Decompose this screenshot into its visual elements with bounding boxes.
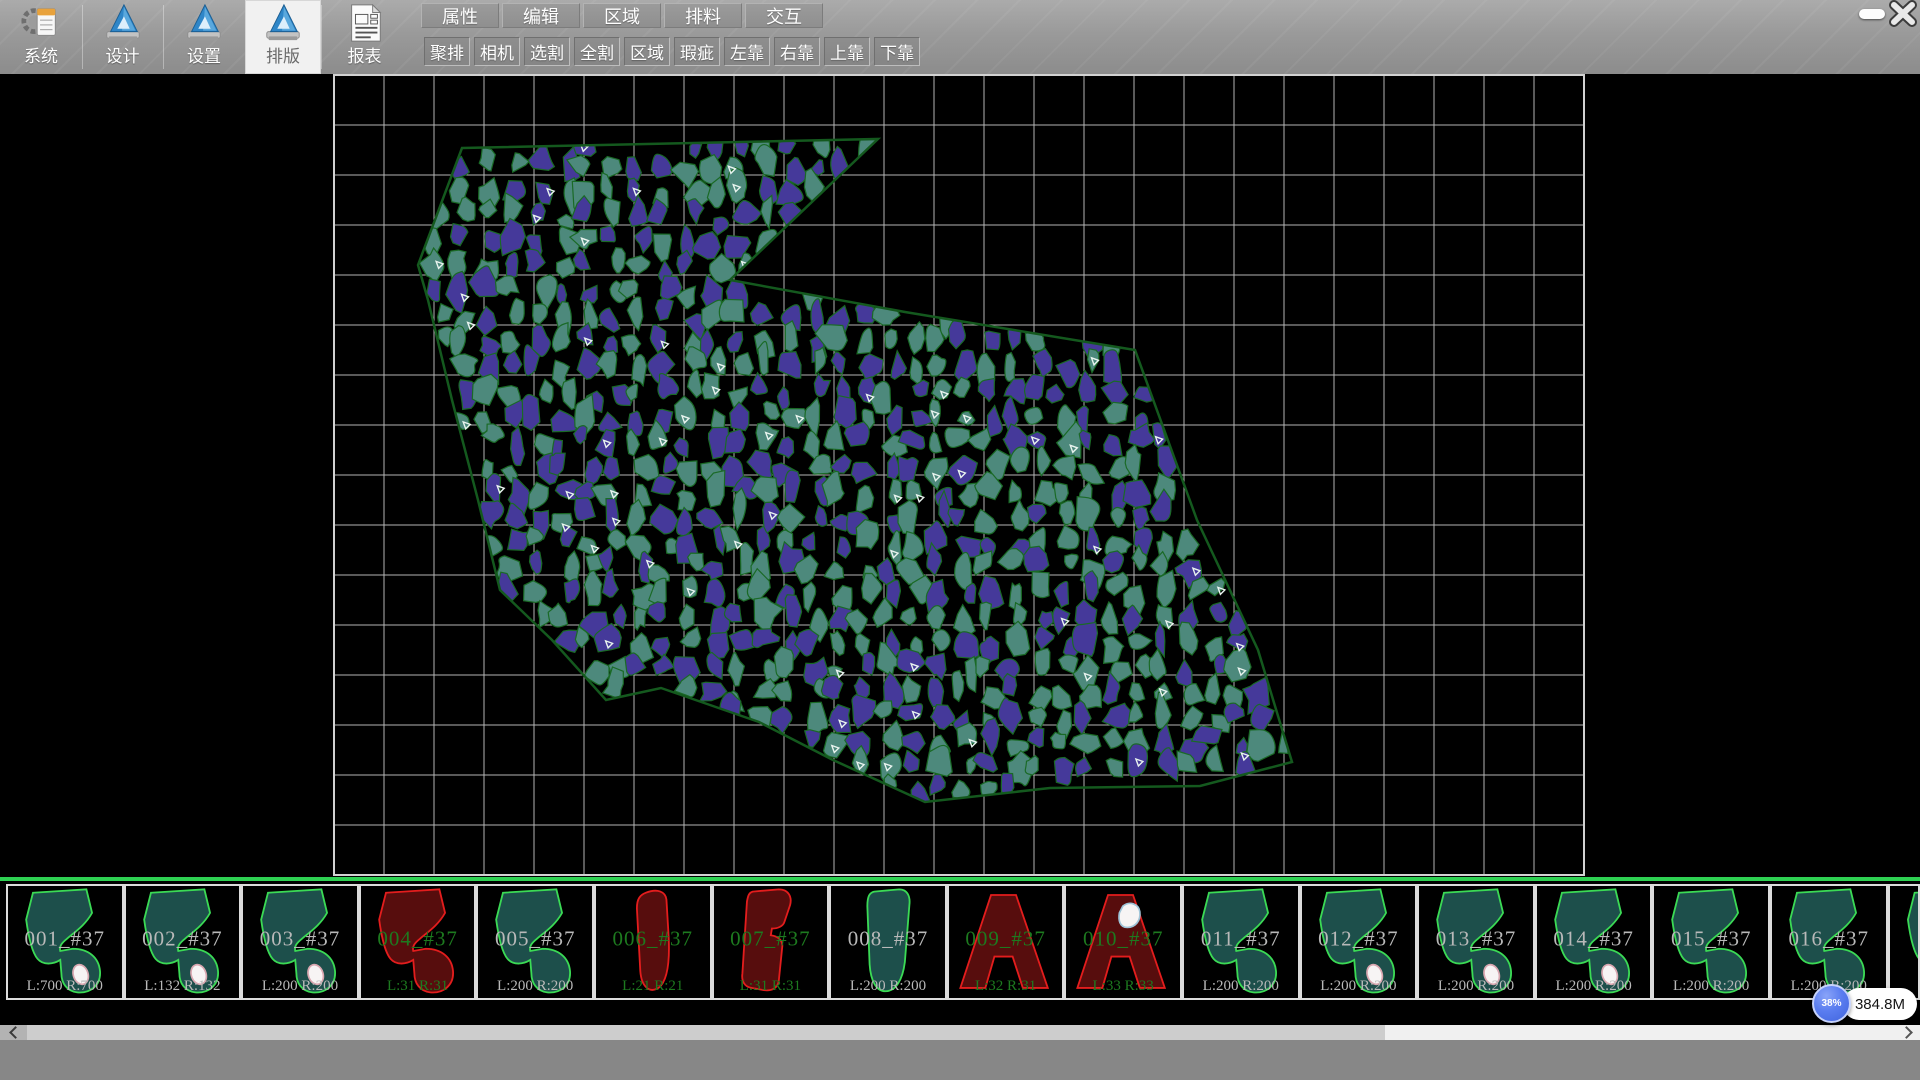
piece-lr-values: L:21 R:21 bbox=[596, 978, 710, 995]
menu-button-region[interactable]: 区域 bbox=[583, 3, 661, 28]
status-bar bbox=[0, 1040, 1920, 1080]
piece-lr-values: L:200 R:200 bbox=[1537, 978, 1651, 995]
pieces-strip: 001_#37L:700 R:700002_#37L:132 R:132003_… bbox=[0, 881, 1920, 1003]
chevron-left-icon bbox=[9, 1026, 22, 1039]
piece-thumbnail-shape bbox=[1890, 886, 1918, 998]
tool-button-cut-all[interactable]: 全割 bbox=[574, 37, 620, 66]
piece-lr-values: L:200 R:200 bbox=[243, 978, 357, 995]
thumbnail-cell-012_#37[interactable]: 012_#37 L:200 R:200 bbox=[1300, 884, 1418, 1000]
piece-label: 012_#37 bbox=[1302, 927, 1416, 952]
tool-button-select-cut[interactable]: 选割 bbox=[524, 37, 570, 66]
report-icon bbox=[344, 2, 386, 44]
close-button[interactable] bbox=[1887, 0, 1919, 27]
tool-button-align-bottom[interactable]: 下靠 bbox=[874, 37, 920, 66]
minimize-button[interactable] bbox=[1859, 9, 1885, 19]
tool-button-region-2[interactable]: 区域 bbox=[624, 37, 670, 66]
piece-lr-values: L:200 R:200 bbox=[1654, 978, 1768, 995]
piece-label: 010_#37 bbox=[1066, 927, 1180, 952]
app-button-layout[interactable]: 排版 bbox=[245, 0, 321, 74]
leather-hide-pieces bbox=[419, 126, 1289, 815]
thumbnail-cell-003_#37[interactable]: 003_#37 L:200 R:200 bbox=[241, 884, 359, 1000]
thumbnail-cell-005_#37[interactable]: 005_#37 L:200 R:200 bbox=[476, 884, 594, 1000]
piece-lr-values: L:31 R:31 bbox=[361, 978, 475, 995]
thumbnail-cell-011_#37[interactable]: 011_#37 L:200 R:200 bbox=[1182, 884, 1300, 1000]
set-square-icon bbox=[102, 2, 144, 44]
piece-lr-values: L:700 R:700 bbox=[8, 978, 122, 995]
piece-label: 011_#37 bbox=[1184, 927, 1298, 952]
set-square-icon bbox=[183, 2, 225, 44]
app-button-settings[interactable]: 设置 bbox=[163, 0, 245, 74]
scroll-left-button[interactable] bbox=[0, 1025, 27, 1040]
app-button-label: 报表 bbox=[348, 48, 382, 65]
set-square-icon bbox=[262, 2, 304, 44]
memory-usage-value: 384.8M bbox=[1855, 996, 1905, 1013]
piece-lr-values: L:33 R:33 bbox=[1066, 978, 1180, 995]
thumbnail-cell-014_#37[interactable]: 014_#37 L:200 R:200 bbox=[1535, 884, 1653, 1000]
thumbnail-cell-007_#37[interactable]: 007_#37 L:31 R:31 bbox=[712, 884, 830, 1000]
menu-button-attribute[interactable]: 属性 bbox=[421, 3, 499, 28]
tool-button-align-top[interactable]: 上靠 bbox=[824, 37, 870, 66]
menu-button-nesting[interactable]: 排料 bbox=[664, 3, 742, 28]
thumbnail-cell-009_#37[interactable]: 009_#37 L:32 R:31 bbox=[947, 884, 1065, 1000]
piece-label: 013_#37 bbox=[1419, 927, 1533, 952]
piece-lr-values: L:200 R:200 bbox=[831, 978, 945, 995]
app-button-report[interactable]: 报表 bbox=[321, 0, 408, 74]
piece-lr-values: L:200 R:200 bbox=[1419, 978, 1533, 995]
app-button-label: 排版 bbox=[266, 48, 300, 65]
tool-button-camera[interactable]: 相机 bbox=[474, 37, 520, 66]
app-button-label: 设置 bbox=[187, 48, 221, 65]
menu-button-interact[interactable]: 交互 bbox=[745, 3, 823, 28]
memory-usage-pill: 384.8M bbox=[1843, 988, 1917, 1020]
piece-label: 002_#37 bbox=[126, 927, 240, 952]
piece-label: 014_#37 bbox=[1537, 927, 1651, 952]
piece-label: 001_#37 bbox=[8, 927, 122, 952]
tool-button-cluster-nest[interactable]: 聚排 bbox=[424, 37, 470, 66]
toolbar: 系统设计设置排版报表 属性编辑区域排料交互 聚排相机选割全割区域瑕疵左靠右靠上靠… bbox=[0, 0, 1920, 74]
tool-button-defect[interactable]: 瑕疵 bbox=[674, 37, 720, 66]
gear-pad-icon bbox=[20, 2, 62, 44]
thumbnail-cell-006_#37[interactable]: 006_#37 L:21 R:21 bbox=[594, 884, 712, 1000]
memory-percent-value: 38% bbox=[1821, 998, 1841, 1009]
memory-percent-badge: 38% bbox=[1812, 984, 1851, 1023]
thumbnail-cell-015_#37[interactable]: 015_#37 L:200 R:200 bbox=[1652, 884, 1770, 1000]
chevron-right-icon bbox=[1900, 1026, 1913, 1039]
scroll-right-button[interactable] bbox=[1898, 1025, 1918, 1040]
piece-lr-values: L:132 R:132 bbox=[126, 978, 240, 995]
thumbnail-cell-002_#37[interactable]: 002_#37 L:132 R:132 bbox=[124, 884, 242, 1000]
piece-label: 004_#37 bbox=[361, 927, 475, 952]
thumbnail-cell-016_#37[interactable]: 016_#37L:200 R:200 bbox=[1770, 884, 1888, 1000]
piece-label: 008_#37 bbox=[831, 927, 945, 952]
thumbnail-cell-004_#37[interactable]: 004_#37 L:31 R:31 bbox=[359, 884, 477, 1000]
piece-lr-values: L:200 R:200 bbox=[1184, 978, 1298, 995]
piece-label: 007_#37 bbox=[714, 927, 828, 952]
app-button-label: 系统 bbox=[24, 48, 58, 65]
piece-lr-values: L:200 R:200 bbox=[478, 978, 592, 995]
thumbnail-cell-partial[interactable] bbox=[1888, 884, 1920, 1000]
piece-lr-values: L:200 R:200 bbox=[1302, 978, 1416, 995]
thumbnail-cell-010_#37[interactable]: 010_#37 L:33 R:33 bbox=[1064, 884, 1182, 1000]
thumbnail-cell-008_#37[interactable]: 008_#37 L:200 R:200 bbox=[829, 884, 947, 1000]
app-button-system[interactable]: 系统 bbox=[0, 0, 82, 74]
tool-button-align-right[interactable]: 右靠 bbox=[774, 37, 820, 66]
piece-lr-values: L:32 R:31 bbox=[949, 978, 1063, 995]
menu-button-edit[interactable]: 编辑 bbox=[502, 3, 580, 28]
tool-button-align-left[interactable]: 左靠 bbox=[724, 37, 770, 66]
piece-label: 003_#37 bbox=[243, 927, 357, 952]
piece-lr-values: L:31 R:31 bbox=[714, 978, 828, 995]
app-button-design[interactable]: 设计 bbox=[82, 0, 163, 74]
app-button-label: 设计 bbox=[106, 48, 140, 65]
piece-label: 006_#37 bbox=[596, 927, 710, 952]
piece-label: 009_#37 bbox=[949, 927, 1063, 952]
horizontal-scrollbar[interactable] bbox=[0, 1025, 1920, 1040]
scrollbar-thumb[interactable] bbox=[27, 1025, 1385, 1040]
thumbnail-cell-001_#37[interactable]: 001_#37 L:700 R:700 bbox=[6, 884, 124, 1000]
thumbnail-cell-013_#37[interactable]: 013_#37 L:200 R:200 bbox=[1417, 884, 1535, 1000]
piece-label: 005_#37 bbox=[478, 927, 592, 952]
piece-label: 015_#37 bbox=[1654, 927, 1768, 952]
nesting-canvas[interactable] bbox=[0, 74, 1920, 877]
piece-label: 016_#37 bbox=[1772, 927, 1886, 952]
